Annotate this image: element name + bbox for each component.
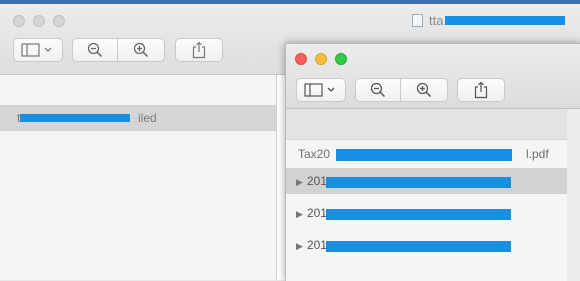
- zoom-in-button[interactable]: [117, 38, 165, 62]
- file-name-prefix: Tax20: [298, 147, 331, 161]
- back-window-controls: [13, 15, 65, 27]
- front-sidebar: Tax20 l.pdf ▶ 201 ▶ 201 ▶ 201: [286, 109, 580, 281]
- zoom-button[interactable]: [53, 15, 65, 27]
- outline-item[interactable]: ▶ 201: [286, 168, 580, 194]
- sidebar-toggle-icon: [21, 43, 52, 57]
- sidebar-toggle-button[interactable]: [13, 38, 63, 62]
- zoom-in-icon: [416, 82, 432, 98]
- share-button[interactable]: [457, 78, 505, 102]
- front-preview-window: Tax20 l.pdf ▶ 201 ▶ 201 ▶ 201: [285, 43, 580, 281]
- redaction-bar: [326, 241, 511, 252]
- outline-item-label: 201: [306, 206, 327, 220]
- front-window-controls: [295, 53, 347, 65]
- redaction-bar: [445, 16, 566, 25]
- minimize-button[interactable]: [33, 15, 45, 27]
- redaction-bar: [20, 114, 130, 122]
- zoom-button[interactable]: [335, 53, 347, 65]
- share-icon: [192, 41, 206, 59]
- disclosure-triangle-icon[interactable]: ▶: [296, 209, 303, 219]
- file-name-suffix: l.pdf: [526, 147, 549, 161]
- disclosure-triangle-icon[interactable]: ▶: [296, 241, 303, 251]
- sidebar-toggle-button[interactable]: [296, 78, 346, 102]
- share-icon: [474, 81, 488, 99]
- close-button[interactable]: [13, 15, 25, 27]
- zoom-out-icon: [370, 82, 386, 98]
- outline-item-label: 201: [306, 238, 327, 252]
- outline-item-label: 201: [306, 174, 327, 188]
- sidebar-toggle-icon: [304, 83, 335, 97]
- back-title-text: tta: [429, 13, 444, 28]
- back-window-title: tta: [412, 13, 566, 28]
- zoom-out-icon: [87, 42, 103, 58]
- zoom-out-button[interactable]: [355, 78, 401, 102]
- zoom-out-button[interactable]: [72, 38, 118, 62]
- minimize-button[interactable]: [315, 53, 327, 65]
- share-button[interactable]: [175, 38, 223, 62]
- back-sidebar: tta iled: [0, 75, 277, 280]
- back-sidebar-selected-item[interactable]: tta iled: [0, 105, 276, 131]
- redaction-bar: [326, 209, 511, 220]
- pdf-document-icon: [412, 14, 423, 27]
- front-toolbar: [286, 44, 580, 109]
- document-file-name: Tax20 l.pdf: [298, 147, 549, 161]
- close-button[interactable]: [295, 53, 307, 65]
- outline-item[interactable]: ▶ 201: [286, 200, 580, 226]
- document-view-edge: [567, 109, 580, 281]
- redaction-bar: [336, 149, 512, 161]
- zoom-in-button[interactable]: [400, 78, 448, 102]
- back-sidebar-item-tail: iled: [138, 111, 157, 125]
- zoom-in-icon: [133, 42, 149, 58]
- outline-item[interactable]: ▶ 201: [286, 232, 580, 258]
- sidebar-header: [286, 109, 580, 140]
- redaction-bar: [326, 177, 511, 188]
- disclosure-triangle-icon[interactable]: ▶: [296, 177, 303, 187]
